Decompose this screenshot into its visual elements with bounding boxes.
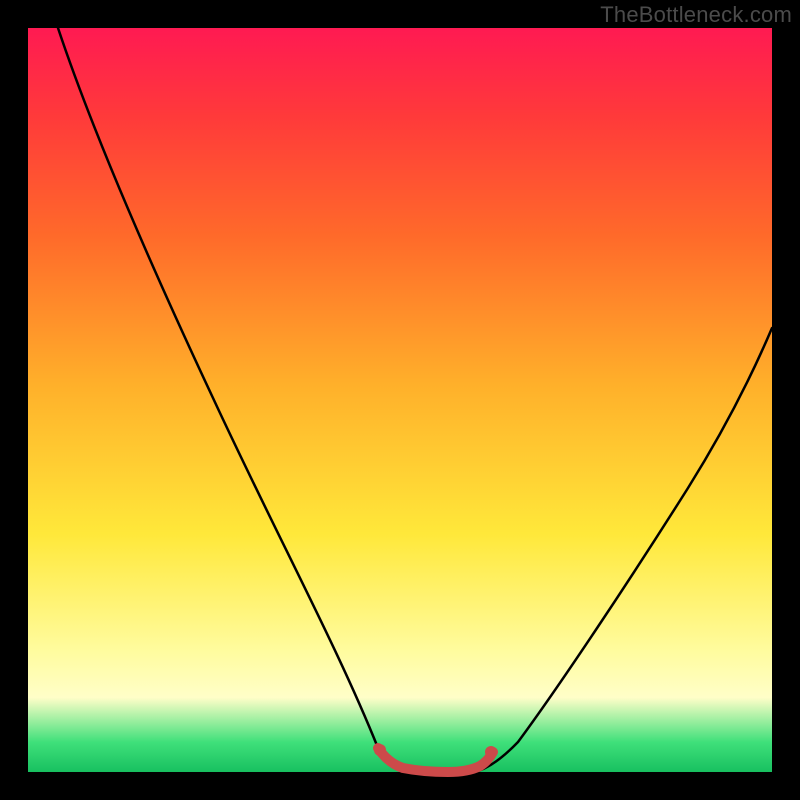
red-bottom-segment bbox=[378, 748, 493, 772]
chart-curves bbox=[28, 28, 772, 772]
chart-frame: TheBottleneck.com bbox=[0, 0, 800, 800]
watermark-text: TheBottleneck.com bbox=[600, 2, 792, 28]
red-dot-left bbox=[374, 744, 386, 756]
right-curve bbox=[474, 328, 772, 772]
red-dot-right bbox=[485, 746, 497, 758]
left-curve bbox=[58, 28, 415, 772]
